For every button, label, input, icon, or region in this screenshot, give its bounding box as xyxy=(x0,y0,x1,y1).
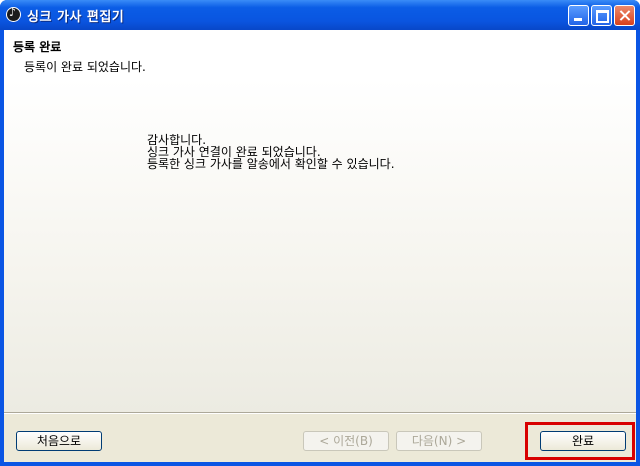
minimize-button[interactable] xyxy=(568,5,589,26)
wizard-header: 등록 완료 등록이 완료 되었습니다. xyxy=(4,30,636,78)
next-button[interactable]: 다음(N) > xyxy=(396,431,482,451)
first-page-button[interactable]: 처음으로 xyxy=(16,431,102,451)
app-window: 싱크 가사 편집기 등록 완료 등록이 완료 되었습니다. 감사합니다. 싱크 … xyxy=(0,0,640,466)
wizard-client-area: 등록 완료 등록이 완료 되었습니다. 감사합니다. 싱크 가사 연결이 완료 … xyxy=(4,30,636,462)
maximize-button[interactable] xyxy=(591,5,612,26)
window-title: 싱크 가사 편집기 xyxy=(27,10,125,25)
back-button[interactable]: < 이전(B) xyxy=(303,431,389,451)
title-bar[interactable]: 싱크 가사 편집기 xyxy=(0,0,640,30)
wizard-content: 감사합니다. 싱크 가사 연결이 완료 되었습니다. 등록한 싱크 가사를 알송… xyxy=(4,78,636,412)
check-in-alsong-message: 등록한 싱크 가사를 알송에서 확인할 수 있습니다. xyxy=(147,157,395,171)
music-note-icon xyxy=(6,6,21,22)
close-button[interactable] xyxy=(614,5,635,26)
page-title: 등록 완료 xyxy=(13,40,62,54)
finish-button[interactable]: 완료 xyxy=(540,431,626,451)
wizard-footer: 처음으로 < 이전(B) 다음(N) > 완료 xyxy=(4,414,636,462)
page-subtitle: 등록이 완료 되었습니다. xyxy=(24,60,146,74)
